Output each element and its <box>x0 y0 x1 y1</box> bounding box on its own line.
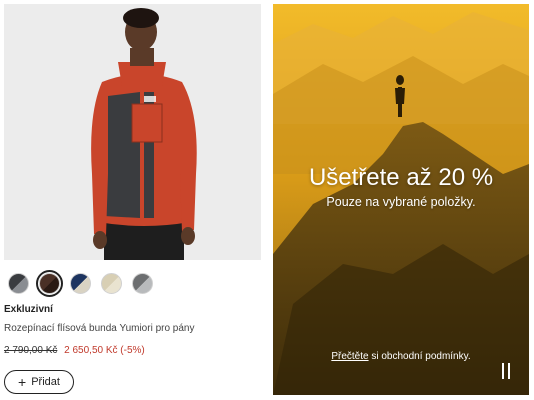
terms-link[interactable]: Přečtěte <box>331 351 368 362</box>
pause-button[interactable] <box>495 360 517 382</box>
color-swatches <box>8 270 153 297</box>
swatch-grey[interactable] <box>132 273 153 294</box>
pause-icon <box>502 363 504 379</box>
swatch-cream[interactable] <box>101 273 122 294</box>
swatch-brown[interactable] <box>36 270 63 297</box>
add-button-label: Přidat <box>31 376 60 388</box>
product-image[interactable] <box>4 4 261 260</box>
promo-subtitle: Pouze na vybrané položky. <box>326 195 476 209</box>
price-row: 2 790,00 Kč 2 650,50 Kč (-5%) <box>4 345 145 356</box>
exclusive-badge: Exkluzivní <box>4 304 53 315</box>
promo-headline: Ušetřete až 20 % <box>308 164 494 191</box>
product-name[interactable]: Rozepínací flísová bunda Yumiori pro pán… <box>4 323 195 334</box>
swatch-black-grey[interactable] <box>8 273 29 294</box>
original-price: 2 790,00 Kč <box>4 345 58 356</box>
product-photo <box>4 4 261 260</box>
plus-icon: + <box>18 374 27 390</box>
add-to-cart-button[interactable]: + Přidat <box>4 370 74 394</box>
swatch-navy[interactable] <box>70 273 91 294</box>
terms-text: si obchodní podmínky. <box>368 351 471 362</box>
promo-terms: Přečtěte si obchodní podmínky. <box>273 351 529 362</box>
sale-price: 2 650,50 Kč (-5%) <box>64 345 145 356</box>
promo-banner[interactable]: Ušetřete až 20 % Pouze na vybrané položk… <box>273 4 529 395</box>
